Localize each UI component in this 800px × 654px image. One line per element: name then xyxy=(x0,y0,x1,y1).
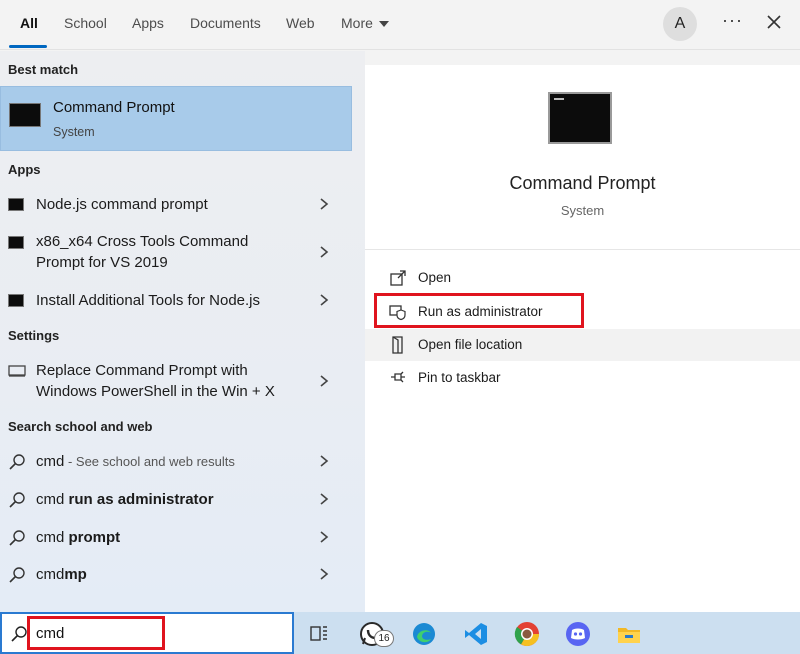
search-input-highlight xyxy=(27,616,165,650)
search-icon xyxy=(9,530,25,546)
action-pin-to-taskbar[interactable]: Pin to taskbar xyxy=(365,362,800,394)
web-result-hint: - See school and web results xyxy=(64,454,235,469)
apps-heading: Apps xyxy=(8,162,41,177)
file-explorer-icon[interactable] xyxy=(615,620,643,648)
search-tabs-bar: All School Apps Documents Web More A ··· xyxy=(0,0,800,50)
active-tab-indicator xyxy=(9,45,47,48)
app-item-label: Install Additional Tools for Node.js xyxy=(36,292,261,309)
prompt-cursor-mark xyxy=(554,98,564,100)
app-item-install-additional-tools[interactable]: Install Additional Tools for Node.js xyxy=(0,287,352,319)
tab-documents[interactable]: Documents xyxy=(190,15,261,31)
search-web-heading: Search school and web xyxy=(8,419,153,434)
action-open[interactable]: Open xyxy=(365,262,800,294)
tab-more-label: More xyxy=(341,15,373,31)
edge-icon[interactable] xyxy=(410,620,438,648)
chevron-down-icon xyxy=(378,21,389,28)
file-location-icon xyxy=(392,336,403,354)
preview-panel: Command Prompt System Open Run as admini… xyxy=(365,65,800,612)
close-icon[interactable] xyxy=(762,10,786,34)
app-item-label-line2: Prompt for VS 2019 xyxy=(36,254,168,271)
best-match-subtitle: System xyxy=(53,125,95,139)
web-result-label: cmd - See school and web results xyxy=(36,451,235,472)
action-pin-to-taskbar-label: Pin to taskbar xyxy=(418,370,501,385)
chevron-right-icon[interactable] xyxy=(318,197,330,211)
avatar[interactable]: A xyxy=(663,7,697,41)
task-view-icon[interactable] xyxy=(305,620,333,648)
settings-item-label-line2: Windows PowerShell in the Win + X xyxy=(36,383,275,400)
preview-title: Command Prompt xyxy=(509,173,656,193)
chevron-right-icon[interactable] xyxy=(318,293,330,307)
app-item-label-line1: x86_x64 Cross Tools Command xyxy=(36,233,249,250)
discord-icon[interactable] xyxy=(564,620,592,648)
command-prompt-icon xyxy=(8,236,24,249)
app-item-cross-tools-command-prompt[interactable]: x86_x64 Cross Tools Command Prompt for V… xyxy=(0,229,352,277)
action-open-file-location-label: Open file location xyxy=(418,337,523,352)
command-prompt-icon xyxy=(9,103,41,127)
web-result-cmdmp[interactable]: cmdmp xyxy=(0,562,352,588)
chevron-right-icon[interactable] xyxy=(318,374,330,388)
command-prompt-large-icon xyxy=(548,92,612,144)
tab-all[interactable]: All xyxy=(20,15,38,31)
web-result-label: cmd run as administrator xyxy=(36,489,214,510)
search-icon xyxy=(9,492,25,508)
chevron-right-icon[interactable] xyxy=(318,454,330,468)
tab-apps[interactable]: Apps xyxy=(132,15,164,31)
best-match-command-prompt[interactable]: Command Prompt System xyxy=(0,86,352,151)
run-as-administrator-highlight xyxy=(374,293,584,328)
app-item-label: Node.js command prompt xyxy=(36,196,208,213)
web-result-suggestion: mp xyxy=(64,566,87,583)
settings-item-replace-command-prompt[interactable]: Replace Command Prompt with Windows Powe… xyxy=(0,358,352,406)
web-result-cmd-prompt[interactable]: cmd prompt xyxy=(0,525,352,551)
settings-display-icon xyxy=(8,365,26,377)
chevron-right-icon[interactable] xyxy=(318,492,330,506)
chrome-icon[interactable] xyxy=(513,620,541,648)
web-result-cmd-run-as-administrator[interactable]: cmd run as administrator xyxy=(0,487,352,513)
web-result-suggestion: run as administrator xyxy=(68,491,214,508)
vscode-icon[interactable] xyxy=(462,620,490,648)
web-result-query: cmd xyxy=(36,529,69,546)
tab-school[interactable]: School xyxy=(64,15,107,31)
tab-more[interactable]: More xyxy=(341,15,389,31)
pin-icon xyxy=(391,371,405,383)
web-result-label: cmd prompt xyxy=(36,527,120,548)
search-icon xyxy=(9,454,25,470)
action-open-file-location[interactable]: Open file location xyxy=(365,329,800,361)
web-result-cmd[interactable]: cmd - See school and web results xyxy=(0,449,352,475)
command-prompt-icon xyxy=(8,294,24,307)
best-match-heading: Best match xyxy=(8,62,79,77)
command-prompt-icon xyxy=(8,198,24,211)
search-icon xyxy=(9,567,25,583)
search-icon xyxy=(11,626,27,642)
chevron-right-icon[interactable] xyxy=(318,530,330,544)
web-result-suggestion: prompt xyxy=(68,529,121,546)
action-open-label: Open xyxy=(418,270,452,285)
settings-heading: Settings xyxy=(8,328,60,343)
open-icon xyxy=(390,270,406,286)
best-match-title: Command Prompt xyxy=(53,99,175,116)
settings-item-label-line1: Replace Command Prompt with xyxy=(36,362,248,379)
web-result-query: cmd xyxy=(36,453,65,470)
chevron-right-icon[interactable] xyxy=(318,567,330,581)
web-result-query: cmd xyxy=(36,566,65,583)
app-item-nodejs-command-prompt[interactable]: Node.js command prompt xyxy=(0,191,352,223)
preview-divider xyxy=(365,249,800,250)
chevron-right-icon[interactable] xyxy=(318,245,330,259)
preview-subtitle: System xyxy=(560,203,605,218)
web-result-query: cmd xyxy=(36,491,69,508)
results-list: Best match Command Prompt System Apps No… xyxy=(0,51,365,612)
more-options-icon[interactable]: ··· xyxy=(722,10,743,31)
tab-web[interactable]: Web xyxy=(286,15,315,31)
whatsapp-unread-badge: 16 xyxy=(374,630,394,647)
web-result-label: cmdmp xyxy=(36,564,87,585)
